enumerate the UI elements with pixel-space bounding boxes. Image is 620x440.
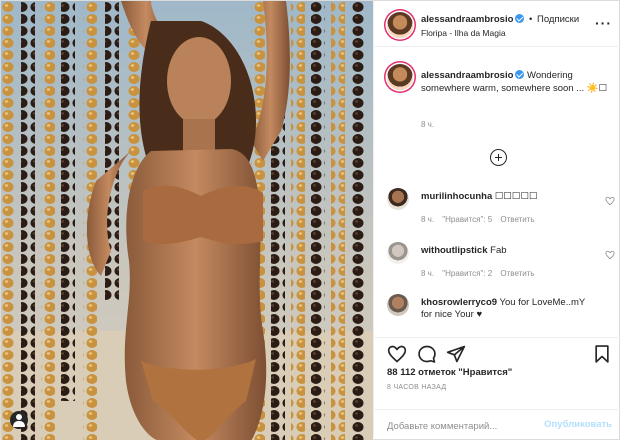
comment-form: Опубликовать xyxy=(374,409,620,440)
comment-text: Fab xyxy=(490,245,507,256)
follow-status-button[interactable]: Подписки xyxy=(537,14,579,25)
comment-time[interactable]: 8 ч. xyxy=(421,269,434,278)
save-icon[interactable] xyxy=(592,344,612,364)
post-side-panel: alessandraambrosio • Подписки Floripa - … xyxy=(373,1,620,440)
header-user-line: alessandraambrosio • Подписки xyxy=(421,14,579,25)
comment-time[interactable]: 8 ч. xyxy=(421,215,434,224)
post-actions: 88 112 отметок "Нравится" 8 ЧАСОВ НАЗАД … xyxy=(374,337,620,440)
comment-text-block: withoutlipstick Fab xyxy=(421,245,591,257)
separator-dot: • xyxy=(529,14,533,25)
post-photo[interactable] xyxy=(1,1,373,440)
commenter-avatar[interactable] xyxy=(387,242,409,264)
reply-button[interactable]: Ответить xyxy=(500,269,534,278)
author-username[interactable]: alessandraambrosio xyxy=(421,14,513,25)
comment-text-block: khosrowlerryco9 You for LoveMe..mY for n… xyxy=(421,297,591,321)
comment-username[interactable]: murilinhocunha xyxy=(421,191,492,202)
photo-illustration xyxy=(1,1,373,440)
reply-button[interactable]: Ответить xyxy=(500,215,534,224)
verified-badge-icon xyxy=(515,70,525,79)
commenter-avatar[interactable] xyxy=(387,294,409,316)
caption-timestamp[interactable]: 8 ч. xyxy=(421,120,434,129)
caption-username[interactable]: alessandraambrosio xyxy=(421,70,513,81)
more-horizontal-icon[interactable]: ··· xyxy=(595,15,612,31)
comment-item: murilinhocunha ☐☐☐☐☐ 8 ч. "Нравится": 5 … xyxy=(387,188,615,230)
comment-item: khosrowlerryco9 You for LoveMe..mY for n… xyxy=(387,294,615,336)
add-circle-icon[interactable] xyxy=(490,149,507,166)
comment-likes[interactable]: "Нравится": 2 xyxy=(442,269,492,278)
comment-text: ☐☐☐☐☐ xyxy=(494,191,538,202)
comment-username[interactable]: khosrowlerryco9 xyxy=(421,297,497,308)
comment-likes[interactable]: "Нравится": 5 xyxy=(442,215,492,224)
likes-count[interactable]: 88 112 отметок "Нравится" xyxy=(387,367,512,378)
comment-text-block: murilinhocunha ☐☐☐☐☐ xyxy=(421,191,591,203)
comment-input[interactable] xyxy=(387,419,537,433)
publish-button[interactable]: Опубликовать xyxy=(544,419,612,430)
comment-heart-icon[interactable] xyxy=(605,196,615,206)
caption-text-block: alessandraambrosio Wondering somewhere w… xyxy=(421,69,611,95)
comment-meta: 8 ч. "Нравится": 5 Ответить xyxy=(421,215,541,224)
caption-avatar[interactable] xyxy=(387,64,413,90)
post-header: alessandraambrosio • Подписки Floripa - … xyxy=(374,1,620,47)
post-age[interactable]: 8 ЧАСОВ НАЗАД xyxy=(387,384,446,391)
verified-badge-icon xyxy=(515,14,525,23)
commenter-avatar[interactable] xyxy=(387,188,409,210)
comment-username[interactable]: withoutlipstick xyxy=(421,245,488,256)
share-icon[interactable] xyxy=(446,344,466,364)
comment-meta: 8 ч. "Нравится": 2 Ответить xyxy=(421,269,541,278)
post-location[interactable]: Floripa - Ilha da Magia xyxy=(421,28,506,38)
instagram-post: alessandraambrosio • Подписки Floripa - … xyxy=(0,0,620,440)
heart-icon[interactable] xyxy=(387,344,407,364)
author-avatar[interactable] xyxy=(387,12,413,38)
tagged-user-icon[interactable] xyxy=(10,411,28,429)
comment-icon[interactable] xyxy=(417,344,437,364)
comment-heart-icon[interactable] xyxy=(605,250,615,260)
comment-item: withoutlipstick Fab 8 ч. "Нравится": 2 О… xyxy=(387,242,615,284)
